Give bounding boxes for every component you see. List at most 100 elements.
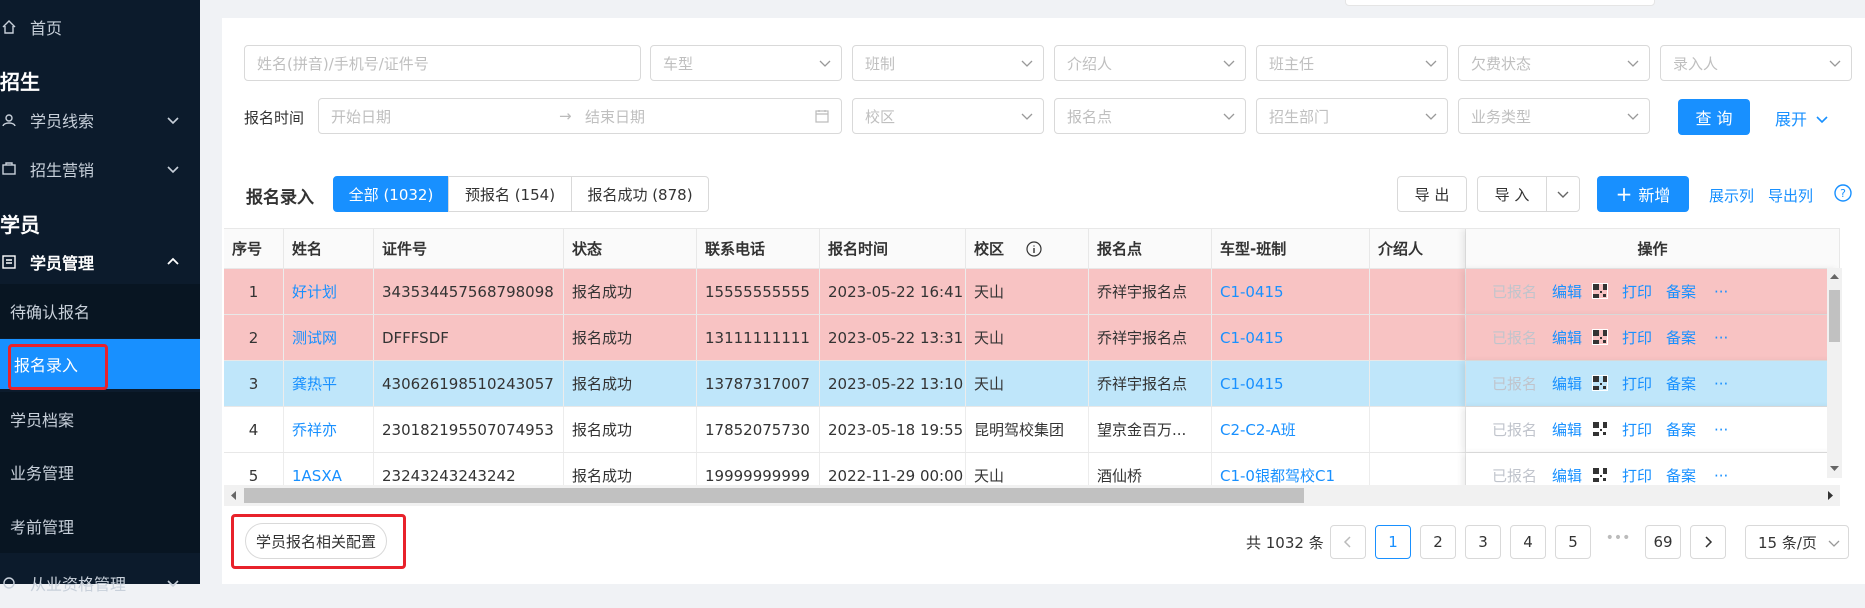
sidebar-item-recruit-marketing[interactable]: 招生营销 bbox=[0, 144, 200, 194]
scroll-up-icon[interactable] bbox=[1827, 271, 1842, 283]
column-header: 联系电话 bbox=[697, 229, 820, 269]
page-5[interactable]: 5 bbox=[1555, 525, 1591, 559]
page-4[interactable]: 4 bbox=[1510, 525, 1546, 559]
campus-select[interactable]: 校区 bbox=[852, 98, 1044, 134]
qr-code-icon[interactable] bbox=[1592, 329, 1608, 345]
qr-code-icon[interactable] bbox=[1592, 283, 1608, 299]
expand-link[interactable]: 展开 bbox=[1775, 106, 1828, 130]
sidebar-group-student: 学员 bbox=[0, 213, 40, 237]
sidebar-item-student-leads[interactable]: 学员线索 bbox=[0, 95, 200, 145]
referrer-select[interactable]: 介绍人 bbox=[1054, 45, 1246, 81]
scroll-right-icon[interactable] bbox=[1824, 488, 1836, 503]
registration-time: 2023-05-18 19:55 bbox=[820, 407, 966, 452]
qr-code-icon[interactable] bbox=[1592, 375, 1608, 391]
vehicle-class-link[interactable]: C1-0415 bbox=[1212, 361, 1370, 406]
qr-code-icon[interactable] bbox=[1592, 467, 1608, 483]
vertical-scroll-thumb[interactable] bbox=[1829, 290, 1840, 342]
print-link[interactable]: 打印 bbox=[1622, 419, 1652, 440]
student-name-link[interactable]: 乔祥亦 bbox=[284, 407, 374, 452]
page-1[interactable]: 1 bbox=[1375, 525, 1411, 559]
query-button[interactable]: 查 询 bbox=[1678, 99, 1750, 135]
horizontal-scroll-thumb[interactable] bbox=[244, 488, 1304, 503]
sidebar-item-home[interactable]: 首页 bbox=[0, 2, 200, 52]
record-link[interactable]: 备案 bbox=[1666, 373, 1696, 394]
table-row[interactable]: 2 测试网 DFFFSDF 报名成功 13111111111 2023-05-22 13:… bbox=[224, 315, 1840, 361]
head-teacher-select[interactable]: 班主任 bbox=[1256, 45, 1448, 81]
business-type-select[interactable]: 业务类型 bbox=[1458, 98, 1650, 134]
vehicle-type-select[interactable]: 车型 bbox=[650, 45, 842, 81]
end-date-input[interactable]: 结束日期 bbox=[585, 106, 645, 127]
show-columns-link[interactable]: 展示列 bbox=[1709, 185, 1754, 206]
scroll-down-icon[interactable] bbox=[1827, 462, 1842, 474]
help-icon[interactable]: ? bbox=[1834, 184, 1852, 202]
tab-pre-registration[interactable]: 预报名 (154) bbox=[448, 176, 572, 212]
registration-point-select[interactable]: 报名点 bbox=[1054, 98, 1246, 134]
student-name-link[interactable]: 龚热平 bbox=[284, 361, 374, 406]
more-icon[interactable]: ··· bbox=[1714, 283, 1728, 301]
next-page-button[interactable] bbox=[1690, 525, 1726, 559]
registration-time: 2023-05-22 13:31 bbox=[820, 315, 966, 360]
vehicle-class-link[interactable]: C1-0415 bbox=[1212, 315, 1370, 360]
row-number: 4 bbox=[224, 407, 284, 452]
more-icon[interactable]: ··· bbox=[1714, 421, 1728, 439]
prev-page-button[interactable] bbox=[1330, 525, 1366, 559]
vertical-scrollbar[interactable] bbox=[1827, 268, 1842, 478]
edit-link[interactable]: 编辑 bbox=[1552, 327, 1582, 348]
more-icon[interactable]: ··· bbox=[1714, 375, 1728, 393]
sidebar-sub-student-archive[interactable]: 学员档案 bbox=[0, 392, 200, 446]
page-size-select[interactable]: 15 条/页 bbox=[1745, 525, 1849, 559]
sidebar-sub-business[interactable]: 业务管理 bbox=[0, 445, 200, 499]
date-range-separator: → bbox=[559, 107, 572, 125]
print-link[interactable]: 打印 bbox=[1622, 373, 1652, 394]
date-range-picker[interactable]: 开始日期 → 结束日期 bbox=[318, 98, 842, 134]
sidebar-item-qualification[interactable]: 从业资格管理 bbox=[0, 558, 200, 608]
print-link[interactable]: 打印 bbox=[1622, 281, 1652, 302]
edit-link[interactable]: 编辑 bbox=[1552, 281, 1582, 302]
sidebar-sub-exam-prep[interactable]: 考前管理 bbox=[0, 499, 200, 553]
sidebar-sub-pending[interactable]: 待确认报名 bbox=[0, 284, 200, 338]
start-date-input[interactable]: 开始日期 bbox=[331, 106, 391, 127]
record-link[interactable]: 备案 bbox=[1666, 327, 1696, 348]
page-last[interactable]: 69 bbox=[1645, 525, 1681, 559]
vehicle-class-link[interactable]: C2-C2-A班 bbox=[1212, 407, 1370, 452]
tab-all[interactable]: 全部 (1032) bbox=[333, 176, 449, 212]
edit-link[interactable]: 编辑 bbox=[1552, 465, 1582, 486]
registration-table: 序号 姓名 证件号 状态 联系电话 报名时间 校区 报名点 车型-班制 介绍人 … bbox=[224, 228, 1840, 506]
page-2[interactable]: 2 bbox=[1420, 525, 1456, 559]
record-link[interactable]: 备案 bbox=[1666, 281, 1696, 302]
add-button[interactable]: + 新增 bbox=[1597, 176, 1689, 212]
more-icon[interactable]: ··· bbox=[1714, 329, 1728, 347]
import-button[interactable]: 导 入 bbox=[1477, 176, 1547, 212]
print-link[interactable]: 打印 bbox=[1622, 327, 1652, 348]
vehicle-class-link[interactable]: C1-0415 bbox=[1212, 269, 1370, 314]
export-button[interactable]: 导 出 bbox=[1397, 176, 1467, 212]
page-3[interactable]: 3 bbox=[1465, 525, 1501, 559]
scroll-left-icon[interactable] bbox=[228, 488, 240, 503]
qr-code-icon[interactable] bbox=[1592, 421, 1608, 437]
table-row[interactable]: 1 好计划 343534457568798098 报名成功 15555555555 202… bbox=[224, 269, 1840, 315]
tab-registration-success[interactable]: 报名成功 (878) bbox=[571, 176, 709, 212]
record-link[interactable]: 备案 bbox=[1666, 419, 1696, 440]
sidebar-item-student-mgmt[interactable]: 学员管理 bbox=[0, 237, 200, 287]
import-dropdown-button[interactable] bbox=[1546, 176, 1580, 212]
student-name-link[interactable]: 好计划 bbox=[284, 269, 374, 314]
edit-link[interactable]: 编辑 bbox=[1552, 419, 1582, 440]
more-icon[interactable]: ··· bbox=[1714, 467, 1728, 485]
id-number: 343534457568798098 bbox=[374, 269, 564, 314]
export-columns-link[interactable]: 导出列 bbox=[1768, 185, 1813, 206]
class-type-select[interactable]: 班制 bbox=[852, 45, 1044, 81]
student-name-link[interactable]: 测试网 bbox=[284, 315, 374, 360]
edit-link[interactable]: 编辑 bbox=[1552, 373, 1582, 394]
horizontal-scrollbar[interactable] bbox=[224, 485, 1840, 506]
sidebar-item-label: 从业资格管理 bbox=[30, 575, 127, 594]
info-icon[interactable] bbox=[1026, 240, 1042, 257]
entered-by-select[interactable]: 录入人 bbox=[1660, 45, 1852, 81]
recruit-dept-select[interactable]: 招生部门 bbox=[1256, 98, 1448, 134]
print-link[interactable]: 打印 bbox=[1622, 465, 1652, 486]
page-ellipsis[interactable]: ••• bbox=[1600, 530, 1636, 546]
search-input[interactable]: 姓名(拼音)/手机号/证件号 bbox=[244, 45, 641, 81]
table-row[interactable]: 4 乔祥亦 230182195507074953 报名成功 17852075730 202… bbox=[224, 407, 1840, 453]
record-link[interactable]: 备案 bbox=[1666, 465, 1696, 486]
table-row[interactable]: 3 龚热平 430626198510243057 报名成功 13787317007 202… bbox=[224, 361, 1840, 407]
arrears-status-select[interactable]: 欠费状态 bbox=[1458, 45, 1650, 81]
